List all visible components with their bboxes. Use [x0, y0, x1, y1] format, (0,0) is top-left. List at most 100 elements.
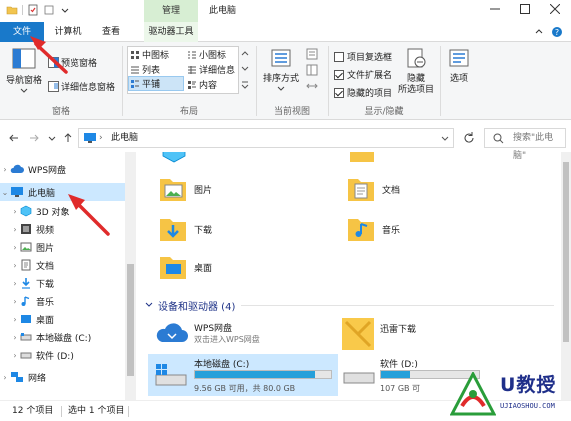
- content-scrollbar[interactable]: [561, 152, 571, 400]
- expand-chevron-icon[interactable]: ›: [10, 207, 20, 216]
- folder-icon: [6, 6, 18, 15]
- watermark-logo-icon: [450, 372, 496, 416]
- maximize-button[interactable]: [510, 0, 540, 22]
- drive-local-disk-c[interactable]: 本地磁盘 (C:) 9.56 GB 可用，共 80.0 GB: [148, 354, 338, 396]
- navigation-pane-button[interactable]: 导航窗格: [4, 46, 44, 98]
- expand-chevron-icon[interactable]: ›: [0, 373, 10, 382]
- address-bar[interactable]: › 此电脑: [78, 128, 454, 148]
- forward-arrow-icon[interactable]: [28, 132, 40, 144]
- hide-selected-button[interactable]: 隐藏 所选项目: [394, 46, 438, 96]
- nav-item-downloads[interactable]: › 下载: [10, 274, 54, 292]
- nav-item-this-pc[interactable]: ⌄ 此电脑: [0, 183, 125, 201]
- devices-section-header[interactable]: 设备和驱动器 (4): [144, 298, 554, 313]
- layout-scroll-down-icon[interactable]: [241, 64, 249, 72]
- properties-icon[interactable]: [27, 4, 39, 16]
- nav-item-network[interactable]: › 网络: [0, 368, 46, 386]
- file-extensions-checkbox[interactable]: [334, 69, 344, 80]
- expand-chevron-icon[interactable]: ›: [10, 279, 20, 288]
- folder-desktop[interactable]: 桌面: [158, 252, 212, 282]
- search-box[interactable]: 搜索"此电脑": [484, 128, 566, 161]
- expand-chevron-icon[interactable]: ›: [0, 165, 10, 174]
- nav-item-desktop[interactable]: › 桌面: [10, 310, 54, 328]
- selected-items-label: 所选项目: [397, 85, 434, 95]
- nav-item-documents-label: 文档: [36, 261, 55, 272]
- network-icon: [11, 372, 23, 382]
- folder-desktop-label: 桌面: [194, 263, 213, 274]
- layout-list[interactable]: 列表: [130, 63, 160, 76]
- nav-item-pictures[interactable]: › 图片: [10, 238, 54, 256]
- expand-chevron-icon[interactable]: ›: [10, 351, 20, 360]
- nav-item-software-d[interactable]: › 软件 (D:): [10, 346, 73, 364]
- recent-chevron-icon[interactable]: [46, 132, 58, 144]
- layout-small-icons[interactable]: 小图标: [187, 48, 226, 61]
- details-pane-button[interactable]: 详细信息窗格: [48, 80, 115, 93]
- layout-details[interactable]: 详细信息: [187, 63, 235, 76]
- folder-pictures[interactable]: 图片: [158, 174, 212, 204]
- sort-by-button[interactable]: 排序方式: [260, 46, 302, 96]
- size-columns-icon[interactable]: [306, 80, 318, 92]
- layout-tiles-label: 平铺: [142, 80, 161, 90]
- expand-chevron-icon[interactable]: ›: [10, 297, 20, 306]
- options-button[interactable]: 选项: [444, 46, 474, 85]
- nav-scrollbar[interactable]: [125, 152, 136, 400]
- layout-scroll-up-icon[interactable]: [241, 50, 249, 58]
- nav-item-wps[interactable]: › WPS网盘: [0, 160, 125, 178]
- group-by-icon[interactable]: [306, 48, 318, 60]
- back-arrow-icon[interactable]: [8, 132, 20, 144]
- expand-chevron-icon[interactable]: ›: [10, 261, 20, 270]
- customize-chevron-icon[interactable]: [59, 4, 71, 16]
- expand-chevron-icon[interactable]: ›: [10, 315, 20, 324]
- new-folder-icon[interactable]: [43, 4, 55, 16]
- expand-chevron-icon[interactable]: ›: [10, 225, 20, 234]
- drive-wps[interactable]: WPS网盘 双击进入WPS网盘: [150, 318, 330, 348]
- 3d-objects-icon[interactable]: [160, 152, 188, 164]
- breadcrumb-this-pc[interactable]: 此电脑: [111, 129, 138, 147]
- ribbon-tab-row: 文件 计算机 查看 驱动器工具 ?: [0, 22, 571, 42]
- file-extensions-toggle[interactable]: 文件扩展名: [334, 68, 392, 81]
- context-tab-manage[interactable]: 管理: [144, 0, 198, 22]
- layout-medium-icons[interactable]: 中图标: [130, 48, 169, 61]
- collapse-chevron-icon[interactable]: [144, 301, 154, 309]
- collapse-ribbon-icon[interactable]: [533, 26, 545, 38]
- minimize-button[interactable]: [480, 0, 510, 22]
- item-checkboxes-toggle[interactable]: 项目复选框: [334, 50, 392, 63]
- item-checkboxes-checkbox[interactable]: [334, 51, 344, 62]
- nav-item-music[interactable]: › 音乐: [10, 292, 54, 310]
- content-scrollbar-thumb[interactable]: [563, 162, 569, 342]
- nav-item-3d-objects[interactable]: › 3D 对象: [10, 202, 70, 220]
- hidden-items-checkbox[interactable]: [334, 87, 344, 98]
- layout-tiles[interactable]: 平铺: [128, 76, 184, 91]
- tab-computer[interactable]: 计算机: [46, 22, 90, 42]
- tab-file[interactable]: 文件: [0, 22, 44, 42]
- layout-content[interactable]: 内容: [187, 78, 217, 91]
- expand-chevron-icon[interactable]: ›: [10, 333, 20, 342]
- add-columns-icon[interactable]: [306, 64, 318, 76]
- nav-item-videos[interactable]: › 视频: [10, 220, 54, 238]
- tab-view[interactable]: 查看: [92, 22, 130, 42]
- drive-xunlei[interactable]: 迅雷下载: [340, 316, 540, 352]
- collapse-chevron-icon[interactable]: ⌄: [0, 188, 10, 197]
- nav-item-network-label: 网络: [28, 373, 47, 384]
- close-button[interactable]: [540, 0, 570, 22]
- layout-expand-icon[interactable]: [241, 80, 249, 90]
- nav-item-documents[interactable]: › 文档: [10, 256, 54, 274]
- folder-downloads[interactable]: 下载: [158, 214, 212, 244]
- breadcrumb-separator-icon[interactable]: ›: [99, 129, 103, 147]
- folder-documents[interactable]: 文档: [346, 174, 400, 204]
- address-dropdown-icon[interactable]: [441, 134, 449, 142]
- nav-item-downloads-label: 下载: [36, 279, 55, 290]
- folder-music[interactable]: 音乐: [346, 214, 400, 244]
- nav-item-3d-objects-label: 3D 对象: [36, 207, 70, 218]
- nav-item-local-disk-c[interactable]: › 本地磁盘 (C:): [10, 328, 91, 346]
- help-icon[interactable]: ?: [551, 26, 563, 38]
- up-arrow-icon[interactable]: [62, 132, 74, 144]
- preview-pane-button[interactable]: 预览窗格: [48, 56, 97, 69]
- expand-chevron-icon[interactable]: ›: [10, 243, 20, 252]
- folder-icon[interactable]: [348, 152, 376, 164]
- tab-drive-tools[interactable]: 驱动器工具: [144, 22, 198, 42]
- folder-music-label: 音乐: [382, 225, 401, 236]
- hidden-items-toggle[interactable]: 隐藏的项目: [334, 86, 392, 99]
- refresh-icon[interactable]: [462, 131, 476, 145]
- nav-scrollbar-thumb[interactable]: [127, 264, 134, 376]
- nav-item-pictures-label: 图片: [36, 243, 55, 254]
